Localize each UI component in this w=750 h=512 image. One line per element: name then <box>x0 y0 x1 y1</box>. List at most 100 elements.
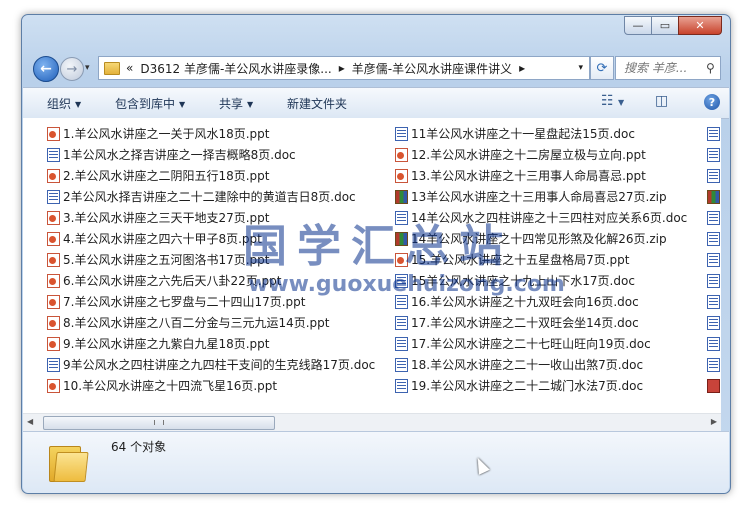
file-name: 10.羊公风水讲座之十四流飞星16页.ppt <box>63 379 278 393</box>
include-in-library-button[interactable]: 包含到库中 ▼ <box>115 95 185 112</box>
folder-icon <box>104 61 120 75</box>
file-item[interactable]: 13羊公风水讲座之十三用事人命局喜忌27页.zip <box>395 186 687 207</box>
address-overflow[interactable]: « <box>126 61 133 75</box>
doc-file-icon <box>47 189 60 204</box>
ppt-file-icon <box>47 168 60 183</box>
new-folder-button[interactable]: 新建文件夹 <box>287 95 347 112</box>
file-name: 9羊公风水之四柱讲座之九四柱干支间的生克线路17页.doc <box>63 358 376 372</box>
file-item[interactable] <box>707 354 721 375</box>
back-button[interactable]: ← <box>33 56 59 82</box>
grip-icon <box>154 420 164 425</box>
doc-file-icon <box>395 378 408 393</box>
file-item[interactable]: 11羊公风水讲座之十一星盘起法15页.doc <box>395 123 687 144</box>
ppt-file-icon <box>395 168 408 183</box>
recent-pages-dropdown[interactable]: ▾ <box>85 63 90 73</box>
ppt-file-icon <box>47 252 60 267</box>
file-item[interactable] <box>707 270 721 291</box>
file-item[interactable]: 10.羊公风水讲座之十四流飞星16页.ppt <box>47 375 375 396</box>
doc-file-icon <box>395 357 408 372</box>
address-bar[interactable]: « D3612 羊彦儒-羊公风水讲座录像... ▸ 羊彦儒-羊公风水讲座课件讲义… <box>98 56 590 80</box>
scroll-right-icon[interactable]: ▶ <box>711 417 717 426</box>
doc-file-icon <box>47 147 60 162</box>
share-button[interactable]: 共享 ▼ <box>219 95 253 112</box>
doc-file-icon <box>395 126 408 141</box>
search-input[interactable] <box>622 60 706 76</box>
view-options-icon[interactable]: ☷ ▼ <box>601 93 624 109</box>
ppt-file-icon <box>47 294 60 309</box>
zip-file-icon <box>395 189 408 204</box>
minimize-button[interactable]: — <box>624 16 652 35</box>
file-item[interactable]: 19.羊公风水讲座之二十二城门水法7页.doc <box>395 375 687 396</box>
ppt-file-icon <box>395 147 408 162</box>
file-item[interactable] <box>707 186 721 207</box>
file-name: 19.羊公风水讲座之二十二城门水法7页.doc <box>411 379 644 393</box>
file-item[interactable] <box>707 249 721 270</box>
file-item[interactable] <box>707 207 721 228</box>
file-name: 12.羊公风水讲座之十二房屋立极与立向.ppt <box>411 148 646 162</box>
details-pane: 64 个对象 <box>23 431 729 493</box>
organize-label: 组织 <box>47 97 72 111</box>
file-name: 13羊公风水讲座之十三用事人命局喜忌27页.zip <box>411 190 667 204</box>
breadcrumb-segment-1[interactable]: D3612 羊彦儒-羊公风水讲座录像... <box>140 60 331 77</box>
file-item[interactable] <box>707 333 721 354</box>
file-item[interactable]: 17.羊公风水讲座之二十七旺山旺向19页.doc <box>395 333 687 354</box>
file-name: 17.羊公风水讲座之二十双旺会坐14页.doc <box>411 316 639 330</box>
help-icon[interactable]: ? <box>704 94 720 110</box>
file-item[interactable]: 18.羊公风水讲座之二十一收山出煞7页.doc <box>395 354 687 375</box>
doc-file-icon <box>707 147 720 162</box>
file-item[interactable]: 9羊公风水之四柱讲座之九四柱干支间的生克线路17页.doc <box>47 354 375 375</box>
scroll-left-icon[interactable]: ◀ <box>27 417 33 426</box>
file-item[interactable]: 1.羊公风水讲座之一关于风水18页.ppt <box>47 123 375 144</box>
breadcrumb-segment-2[interactable]: 羊彦儒-羊公风水讲座课件讲义 <box>352 60 512 77</box>
file-item[interactable] <box>707 312 721 333</box>
command-bar: 组织 ▼ 包含到库中 ▼ 共享 ▼ 新建文件夹 ☷ ▼ ◫ ? <box>23 87 729 119</box>
file-item[interactable] <box>707 228 721 249</box>
file-item[interactable]: 2羊公风水择吉讲座之二十二建除中的黄道吉日8页.doc <box>47 186 375 207</box>
file-item[interactable] <box>707 375 721 396</box>
search-box[interactable]: ⚲ <box>615 56 721 80</box>
forward-button[interactable]: → <box>60 57 84 81</box>
refresh-icon: ⟳ <box>596 60 608 76</box>
file-item[interactable]: 12.羊公风水讲座之十二房屋立极与立向.ppt <box>395 144 687 165</box>
preview-pane-icon[interactable]: ◫ <box>655 93 668 109</box>
chevron-down-icon: ▼ <box>618 98 625 107</box>
file-item[interactable]: 2.羊公风水讲座之二阴阳五行18页.ppt <box>47 165 375 186</box>
doc-file-icon <box>707 168 720 183</box>
window-controls: — ▭ ✕ <box>624 16 722 35</box>
doc-file-icon <box>707 252 720 267</box>
chevron-down-icon: ▼ <box>179 100 186 109</box>
file-name: 9.羊公风水讲座之九紫白九星18页.ppt <box>63 337 270 351</box>
file-item[interactable] <box>707 165 721 186</box>
file-item[interactable] <box>707 123 721 144</box>
scroll-thumb[interactable] <box>43 416 275 430</box>
file-item[interactable]: 8.羊公风水讲座之八百二分金与三元九运14页.ppt <box>47 312 375 333</box>
file-item[interactable]: 9.羊公风水讲座之九紫白九星18页.ppt <box>47 333 375 354</box>
file-item[interactable]: 13.羊公风水讲座之十三用事人命局喜忌.ppt <box>395 165 687 186</box>
file-column-3 <box>707 123 721 396</box>
breadcrumb-separator-icon[interactable]: ▸ <box>339 61 345 75</box>
close-button[interactable]: ✕ <box>678 16 722 35</box>
file-item[interactable]: 1羊公风水之择吉讲座之一择吉概略8页.doc <box>47 144 375 165</box>
ppt-file-icon <box>47 378 60 393</box>
address-dropdown-icon[interactable]: ▾ <box>578 63 583 73</box>
breadcrumb-separator-icon[interactable]: ▸ <box>519 61 525 75</box>
file-name: 11羊公风水讲座之十一星盘起法15页.doc <box>411 127 635 141</box>
file-item[interactable] <box>707 144 721 165</box>
file-item[interactable] <box>707 291 721 312</box>
file-name: 2羊公风水择吉讲座之二十二建除中的黄道吉日8页.doc <box>63 190 356 204</box>
organize-button[interactable]: 组织 ▼ <box>47 95 81 112</box>
doc-file-icon <box>707 315 720 330</box>
tif-file-icon <box>707 378 720 393</box>
file-item[interactable]: 17.羊公风水讲座之二十双旺会坐14页.doc <box>395 312 687 333</box>
horizontal-scrollbar[interactable]: ◀ ▶ <box>23 413 721 431</box>
item-count: 64 个对象 <box>111 440 167 454</box>
doc-file-icon <box>395 336 408 351</box>
doc-file-icon <box>47 357 60 372</box>
file-name: 5.羊公风水讲座之五河图洛书17页.ppt <box>63 253 270 267</box>
ppt-file-icon <box>47 315 60 330</box>
doc-file-icon <box>707 231 720 246</box>
file-name: 1.羊公风水讲座之一关于风水18页.ppt <box>63 127 270 141</box>
search-icon[interactable]: ⚲ <box>706 61 715 75</box>
refresh-button[interactable]: ⟳ <box>590 56 614 80</box>
maximize-button[interactable]: ▭ <box>651 16 679 35</box>
